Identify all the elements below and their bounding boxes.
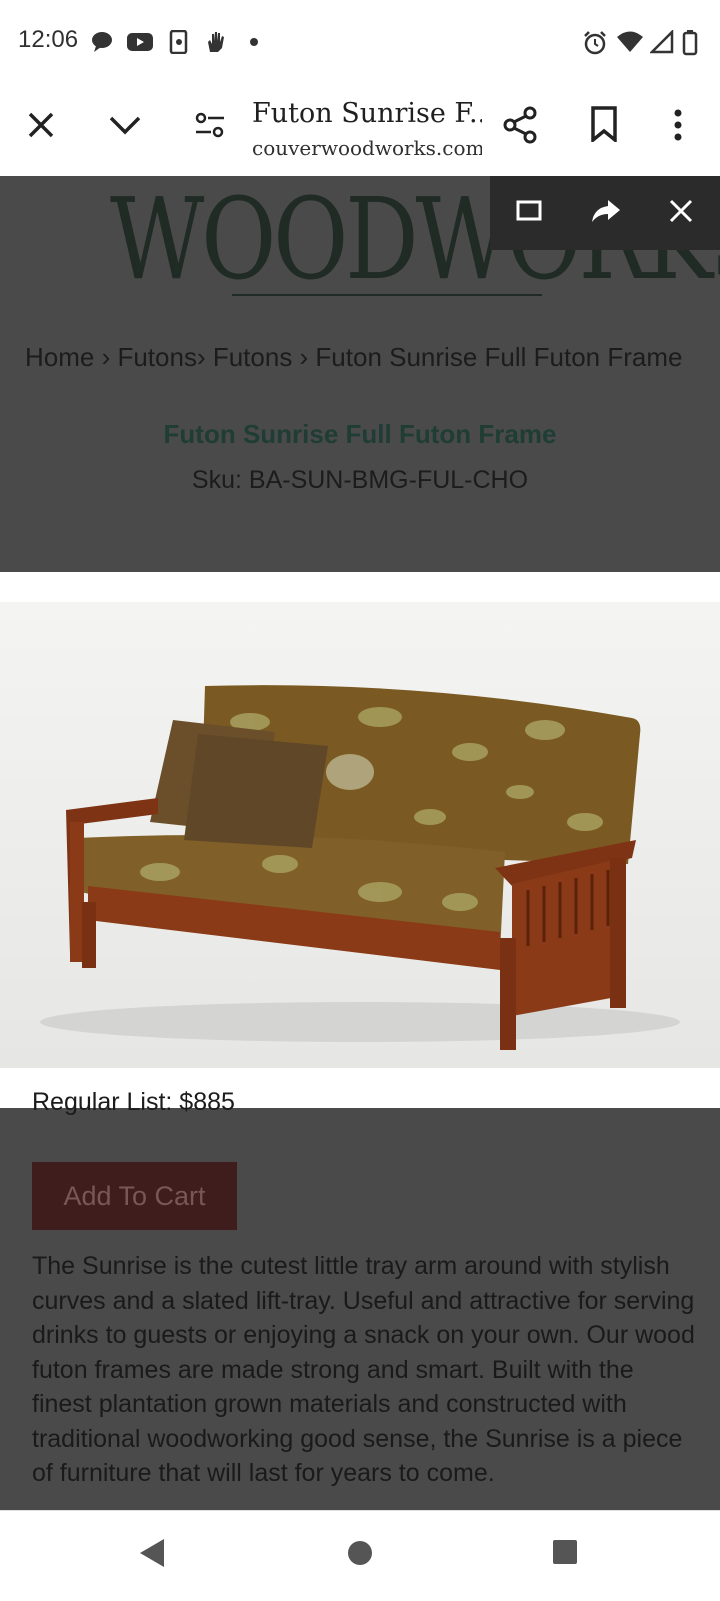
home-circle-icon[interactable]	[346, 1539, 374, 1567]
phone-screen-icon	[169, 30, 188, 54]
breadcrumb[interactable]: Home › Futons› Futons › Futon Sunrise Fu…	[25, 342, 682, 373]
recents-square-icon[interactable]	[552, 1539, 578, 1565]
logo-underline	[232, 294, 542, 296]
regular-list-price: Regular List: $885	[32, 1088, 235, 1116]
chevron-down-icon[interactable]	[108, 114, 142, 136]
add-to-cart-button[interactable]: Add To Cart	[32, 1162, 237, 1230]
alarm-icon	[584, 31, 606, 55]
hand-icon	[208, 32, 224, 52]
product-title: Futon Sunrise Full Futon Frame	[163, 419, 557, 449]
futon-image	[40, 685, 680, 1050]
status-bar: 12:06	[0, 0, 720, 86]
tune-icon[interactable]	[194, 110, 226, 140]
wifi-icon	[617, 31, 643, 52]
more-vert-icon[interactable]	[672, 108, 684, 142]
youtube-icon	[127, 33, 153, 51]
status-time: 12:06	[18, 26, 79, 53]
close-icon[interactable]	[668, 198, 694, 224]
cell-signal-icon	[650, 30, 674, 54]
product-description: The Sunrise is the cutest little tray ar…	[32, 1252, 695, 1487]
image-viewer-toolbar	[490, 176, 720, 250]
product-image[interactable]	[0, 602, 720, 1068]
share-icon[interactable]	[502, 106, 538, 144]
product-sku: Sku: BA-SUN-BMG-FUL-CHO	[191, 466, 529, 494]
page-title: Futon Sunrise F...	[252, 98, 482, 129]
battery-icon	[682, 30, 698, 56]
fullscreen-icon[interactable]	[516, 200, 542, 222]
dot-icon	[250, 38, 258, 46]
bookmark-icon[interactable]	[590, 106, 618, 142]
chat-bubble-icon	[92, 32, 112, 52]
system-nav-bar	[0, 1510, 720, 1601]
forward-share-icon[interactable]	[590, 196, 622, 224]
web-content: WOODWORKS Home › Futons› Futons › Futon …	[0, 176, 720, 1510]
close-icon[interactable]	[26, 110, 56, 140]
back-triangle-icon[interactable]	[138, 1537, 166, 1569]
page-url: couverwoodworks.com	[252, 136, 482, 160]
